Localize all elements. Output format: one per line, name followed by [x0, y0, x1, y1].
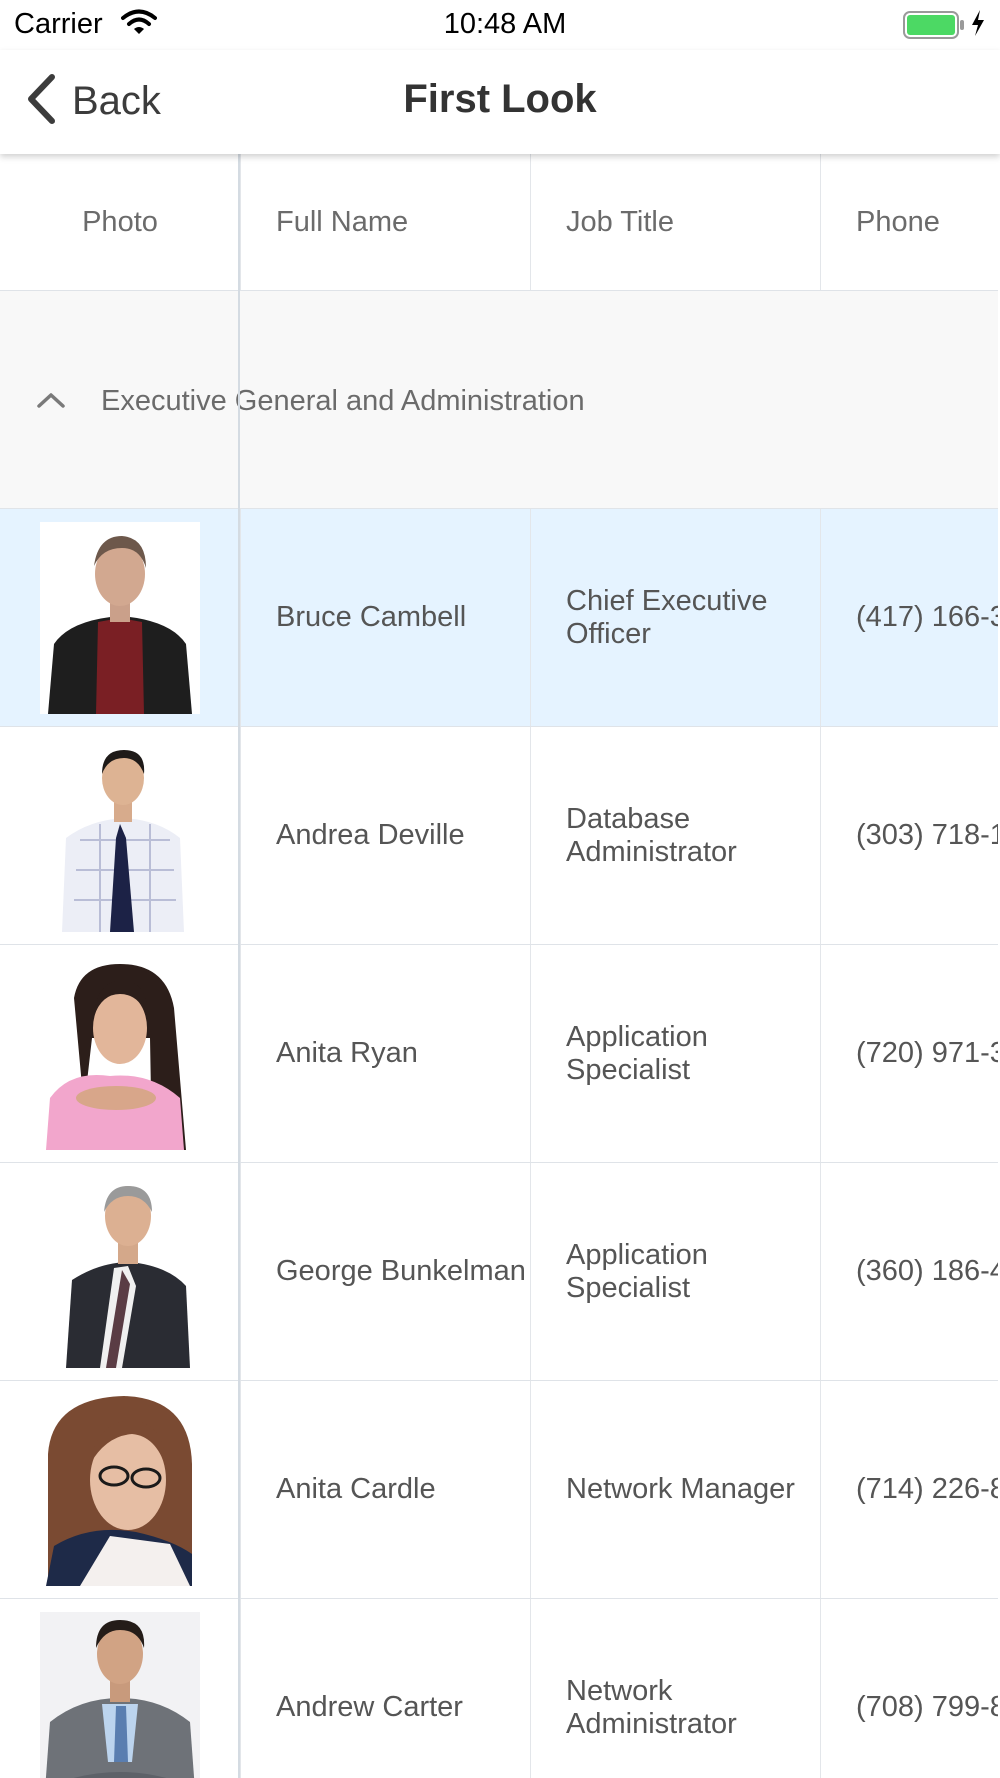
column-header-full-name[interactable]: Full Name	[240, 154, 530, 290]
job-title-cell: Chief Executive Officer	[530, 509, 820, 726]
frozen-column-divider	[238, 154, 240, 1778]
table-row[interactable]: Bruce Cambell Chief Executive Officer (4…	[0, 509, 1000, 727]
table-row[interactable]: Andrea Deville Database Administrator (3…	[0, 727, 1000, 945]
employee-photo	[40, 521, 200, 714]
phone-cell: (303) 718-1	[820, 727, 1000, 944]
job-title-cell: Application Specialist	[530, 1163, 820, 1380]
navigation-bar: Back First Look	[0, 50, 1000, 154]
full-name-cell: Anita Ryan	[240, 945, 530, 1162]
status-time: 10:48 AM	[443, 8, 567, 40]
phone-cell: (720) 971-3	[820, 945, 1000, 1162]
employee-photo	[40, 957, 200, 1150]
column-header-photo[interactable]: Photo	[0, 154, 240, 290]
photo-cell	[0, 1163, 240, 1380]
photo-cell	[0, 945, 240, 1162]
job-title-cell: Network Manager	[530, 1381, 820, 1598]
full-name-cell: Andrew Carter	[240, 1599, 530, 1778]
employee-photo	[40, 1393, 200, 1586]
table-row[interactable]: George Bunkelman Application Specialist …	[0, 1163, 1000, 1381]
employee-grid[interactable]: Photo Full Name Job Title Phone Executiv…	[0, 154, 1000, 1778]
employee-photo	[40, 739, 200, 932]
job-title-cell: Network Administrator	[530, 1599, 820, 1778]
table-row[interactable]: Anita Ryan Application Specialist (720) …	[0, 945, 1000, 1163]
column-header-phone[interactable]: Phone	[820, 154, 1000, 290]
photo-cell	[0, 509, 240, 726]
full-name-cell: Andrea Deville	[240, 727, 530, 944]
phone-cell: (714) 226-8	[820, 1381, 1000, 1598]
photo-cell	[0, 1381, 240, 1598]
column-header-job-title[interactable]: Job Title	[530, 154, 820, 290]
phone-cell: (360) 186-4	[820, 1163, 1000, 1380]
full-name-cell: Anita Cardle	[240, 1381, 530, 1598]
chevron-up-icon[interactable]	[36, 391, 66, 414]
phone-cell: (708) 799-8	[820, 1599, 1000, 1778]
status-bar: Carrier 10:48 AM	[0, 0, 1000, 50]
table-row[interactable]: Andrew Carter Network Administrator (708…	[0, 1599, 1000, 1778]
full-name-cell: George Bunkelman	[240, 1163, 530, 1380]
job-title-cell: Database Administrator	[530, 727, 820, 944]
group-label: Executive General and Administration	[101, 385, 585, 417]
group-row[interactable]: Executive General and Administration	[0, 291, 1000, 509]
phone-cell: (417) 166-3	[820, 509, 1000, 726]
grid-header: Photo Full Name Job Title Phone	[0, 154, 1000, 291]
job-title-cell: Application Specialist	[530, 945, 820, 1162]
full-name-cell: Bruce Cambell	[240, 509, 530, 726]
charging-bolt-icon	[970, 9, 986, 42]
employee-photo	[40, 1611, 200, 1778]
battery-icon	[903, 11, 965, 44]
table-row[interactable]: Anita Cardle Network Manager (714) 226-8	[0, 1381, 1000, 1599]
employee-photo	[40, 1175, 200, 1368]
photo-cell	[0, 727, 240, 944]
photo-cell	[0, 1599, 240, 1778]
page-title: First Look	[403, 77, 597, 121]
